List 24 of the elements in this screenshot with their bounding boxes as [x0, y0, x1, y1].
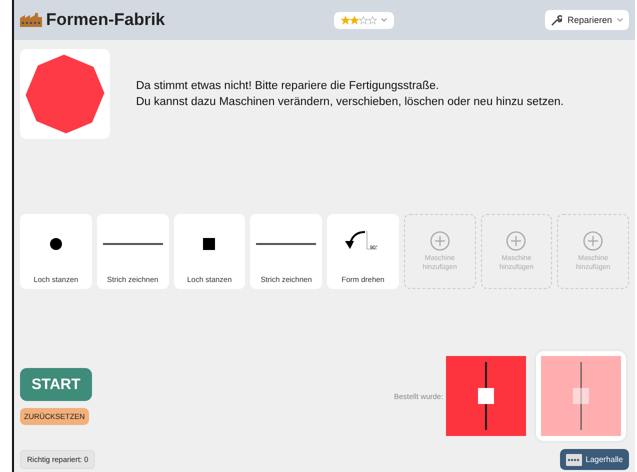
- plus-circle-icon: [506, 231, 526, 251]
- star-icon: [350, 16, 359, 24]
- rotate-arrow-icon: [343, 228, 378, 250]
- start-button[interactable]: START: [20, 368, 92, 400]
- app-title: Formen-Fabrik: [46, 10, 166, 30]
- star-icon: [368, 16, 377, 24]
- line-icon: [102, 242, 163, 244]
- wrench-icon: [551, 14, 562, 26]
- plus-circle-icon: [583, 231, 604, 251]
- instruction-text: Da stimmt etwas nicht! Bitte repariere die Fertigungsstraße.: [136, 79, 440, 94]
- chevron-icon: [617, 18, 623, 22]
- repair-dropdown[interactable]: Reparieren: [545, 10, 629, 30]
- instruction-text: Du kannst dazu Maschinen verändern, verschieben, löschen oder neu hinzu setzen.: [136, 95, 564, 110]
- chevron-icon: [380, 18, 387, 22]
- circle-hole-icon: [50, 238, 62, 250]
- plus-circle-icon: [430, 231, 450, 251]
- rating-dropdown[interactable]: [334, 12, 394, 28]
- star-icon: [358, 16, 368, 24]
- square-hole-icon: [203, 238, 216, 250]
- warehouse-icon: [566, 454, 582, 466]
- line-icon: [256, 242, 316, 244]
- factory-icon: [20, 13, 42, 27]
- warehouse-button[interactable]: Lagerhalle: [560, 449, 629, 470]
- star-icon: [340, 16, 350, 24]
